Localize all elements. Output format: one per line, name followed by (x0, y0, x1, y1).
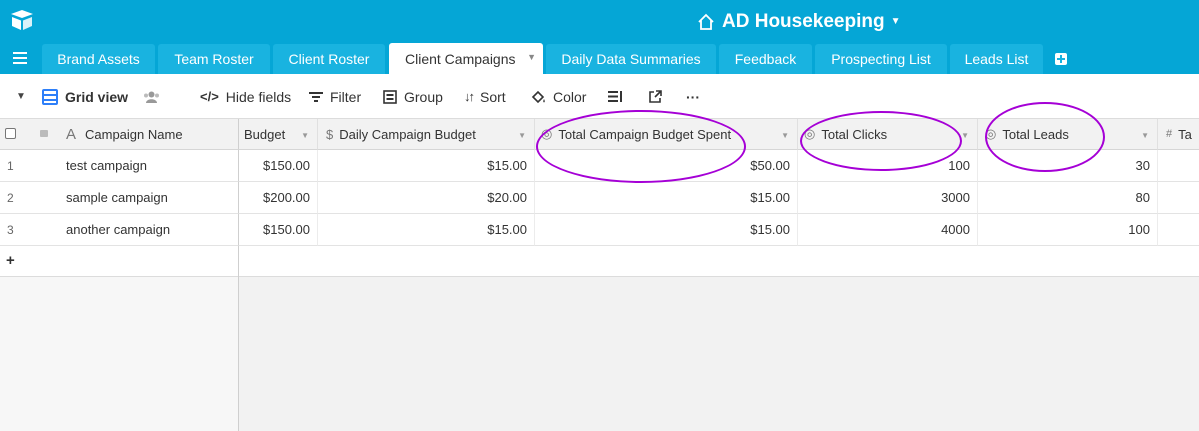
daily-budget-cell[interactable]: $15.00 (318, 214, 535, 246)
tab-leads-list[interactable]: Leads List (950, 44, 1043, 74)
total-leads-cell[interactable]: 80 (978, 182, 1158, 214)
total-clicks-cell[interactable]: 4000 (798, 214, 978, 246)
hamburger-icon[interactable] (13, 52, 27, 64)
airtable-logo-icon[interactable] (9, 9, 35, 31)
chevron-down-icon: ▼ (890, 15, 901, 27)
add-tab-icon[interactable] (1055, 53, 1067, 65)
chevron-down-icon[interactable]: ▼ (961, 131, 969, 140)
app: AD Housekeeping ▼ Brand Assets Team Rost… (0, 0, 1199, 431)
column-header-budget[interactable]: Budget ▼ (239, 119, 318, 150)
column-header-label: Campaign Name (85, 126, 183, 142)
tab-client-campaigns[interactable]: Client Campaigns ▼ (389, 43, 543, 74)
tab-prospecting-list[interactable]: Prospecting List (815, 44, 947, 74)
total-spent-cell[interactable]: $15.00 (535, 182, 798, 214)
currency-field-icon: $ (326, 126, 334, 142)
more-icon[interactable]: ··· (686, 74, 700, 119)
hide-fields-icon: </> (200, 89, 219, 104)
annotation-circle-clicks (800, 111, 962, 171)
budget-cell[interactable]: $150.00 (239, 150, 318, 182)
annotation-circle-leads (985, 102, 1105, 172)
row-number: 3 (7, 222, 14, 237)
text-field-icon: A (66, 125, 77, 143)
group-button[interactable]: Group (383, 74, 443, 119)
top-bar: AD Housekeeping ▼ Brand Assets Team Rost… (0, 0, 1199, 74)
daily-budget-cell[interactable]: $15.00 (318, 150, 535, 182)
budget-cell[interactable]: $200.00 (239, 182, 318, 214)
total-spent-cell[interactable]: $15.00 (535, 214, 798, 246)
table-row[interactable]: 3 another campaign (0, 214, 239, 246)
home-icon (698, 13, 714, 30)
table-row[interactable]: 1 test campaign (0, 150, 239, 182)
collaborators-icon[interactable] (143, 74, 160, 119)
sort-button[interactable]: ↓↑ Sort (464, 74, 506, 119)
base-title[interactable]: AD Housekeeping ▼ (697, 10, 901, 34)
tab-team-roster[interactable]: Team Roster (158, 44, 270, 74)
next-cell[interactable] (1158, 150, 1199, 182)
select-all-checkbox[interactable] (5, 128, 16, 139)
views-toggle-icon[interactable]: ▼ (16, 74, 26, 119)
tab-brand-assets[interactable]: Brand Assets (42, 44, 155, 74)
color-icon (531, 90, 545, 103)
tab-client-roster[interactable]: Client Roster (273, 44, 385, 74)
add-record-icon: + (6, 252, 15, 269)
filter-button[interactable]: Filter (309, 74, 361, 119)
next-cell[interactable] (1158, 182, 1199, 214)
campaign-name-cell: sample campaign (66, 190, 168, 205)
base-title-text: AD Housekeeping (722, 11, 885, 32)
daily-budget-cell[interactable]: $20.00 (318, 182, 535, 214)
hide-fields-button[interactable]: </> Hide fields (200, 74, 291, 119)
chevron-down-icon[interactable]: ▼ (781, 131, 789, 140)
table-row[interactable]: 2 sample campaign (0, 182, 239, 214)
tab-daily-data-summaries[interactable]: Daily Data Summaries (546, 44, 716, 74)
campaign-name-cell: test campaign (66, 158, 147, 173)
filter-icon (309, 91, 323, 102)
grid-view-icon (42, 88, 58, 105)
budget-cell[interactable]: $150.00 (239, 214, 318, 246)
lock-icon (40, 130, 48, 137)
color-button[interactable]: Color (531, 74, 586, 119)
column-header-next[interactable]: # Ta (1158, 119, 1199, 150)
total-clicks-cell[interactable]: 3000 (798, 182, 978, 214)
tab-menu-chevron-icon[interactable]: ▼ (527, 52, 536, 62)
number-field-icon: # (1166, 128, 1173, 140)
tab-feedback[interactable]: Feedback (719, 44, 812, 74)
pane-divider (238, 246, 239, 277)
table-tabs: Brand Assets Team Roster Client Roster C… (0, 43, 1199, 74)
row-number: 1 (7, 158, 14, 173)
column-header-daily-budget[interactable]: $ Daily Campaign Budget ▼ (318, 119, 535, 150)
view-switcher[interactable]: Grid view (42, 74, 128, 119)
campaign-name-cell: another campaign (66, 222, 171, 237)
row-number: 2 (7, 190, 14, 205)
total-leads-cell[interactable]: 100 (978, 214, 1158, 246)
primary-column-header[interactable]: A Campaign Name (0, 119, 239, 150)
annotation-circle-spent (536, 110, 746, 183)
next-cell[interactable] (1158, 214, 1199, 246)
chevron-down-icon[interactable]: ▼ (301, 131, 309, 140)
group-icon (383, 89, 397, 104)
add-row-button[interactable]: + (0, 246, 1199, 277)
view-name: Grid view (65, 88, 129, 105)
sort-icon: ↓↑ (464, 89, 475, 104)
chevron-down-icon[interactable]: ▼ (518, 131, 526, 140)
chevron-down-icon[interactable]: ▼ (1141, 131, 1149, 140)
